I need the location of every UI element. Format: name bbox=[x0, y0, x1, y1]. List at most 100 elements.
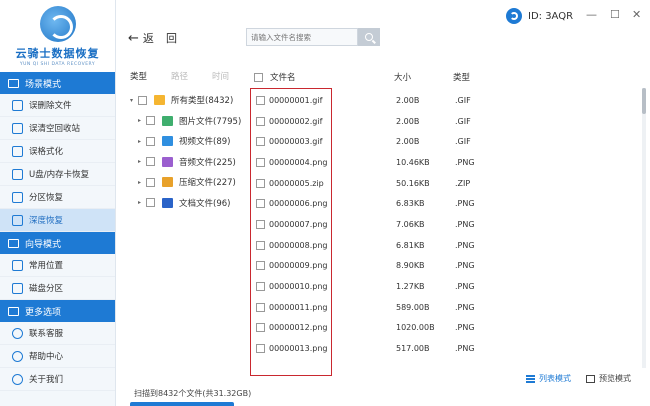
nav-deleted-files[interactable]: 误删除文件 bbox=[0, 94, 115, 117]
table-row[interactable]: 00000003.gif 2.00B .GIF bbox=[254, 131, 624, 152]
row-checkbox[interactable] bbox=[256, 116, 265, 126]
expand-icon[interactable]: ▸ bbox=[138, 117, 146, 124]
table-row[interactable]: 00000010.png 1.27KB .PNG bbox=[254, 276, 624, 297]
tree-item-all[interactable]: ▾ 所有类型(8432) bbox=[130, 90, 248, 111]
file-name: 00000012.png bbox=[269, 323, 328, 333]
checkbox[interactable] bbox=[146, 116, 155, 126]
row-checkbox[interactable] bbox=[256, 240, 265, 250]
file-type: .PNG bbox=[455, 344, 475, 354]
signpost-icon bbox=[8, 238, 19, 248]
nav-recycle-bin[interactable]: 误清空回收站 bbox=[0, 117, 115, 140]
file-list: 00000001.gif 2.00B .GIF 00000002.gif 2.00B.… bbox=[254, 90, 624, 370]
expand-icon[interactable]: ▸ bbox=[138, 179, 146, 186]
expand-icon[interactable]: ▾ bbox=[130, 97, 138, 104]
app-title: 云骑士数据恢复 bbox=[15, 47, 100, 60]
table-row[interactable]: 00000005.zip 50.16KB .ZIP bbox=[254, 173, 624, 194]
file-size: 2.00B bbox=[396, 95, 420, 105]
nav-deep-recovery[interactable]: 深度恢复 bbox=[0, 209, 115, 232]
nav-label: U盘/内存卡恢复 bbox=[29, 170, 90, 180]
select-all-checkbox[interactable] bbox=[254, 72, 263, 82]
nav-contact-support[interactable]: 联系客服 bbox=[0, 322, 115, 345]
tree-label: 视频文件(89) bbox=[179, 137, 231, 148]
row-checkbox[interactable] bbox=[256, 157, 265, 167]
search-input[interactable] bbox=[246, 28, 358, 46]
table-row[interactable]: 00000004.png 10.46KB .PNG bbox=[254, 152, 624, 173]
back-button[interactable]: ← 返 bbox=[128, 30, 154, 46]
row-checkbox[interactable] bbox=[256, 261, 265, 271]
checkbox[interactable] bbox=[146, 177, 155, 187]
scrollbar-track[interactable] bbox=[642, 88, 646, 368]
column-size[interactable]: 大小 bbox=[394, 71, 411, 83]
file-name: 00000001.gif bbox=[269, 95, 323, 105]
tab-time[interactable]: 时间 bbox=[212, 70, 229, 82]
row-checkbox[interactable] bbox=[256, 282, 265, 292]
row-checkbox[interactable] bbox=[256, 199, 265, 209]
row-checkbox[interactable] bbox=[256, 323, 265, 333]
file-name: 00000002.gif bbox=[269, 116, 323, 126]
back-arrow-icon: ← bbox=[128, 30, 139, 46]
nav-help-center[interactable]: 帮助中心 bbox=[0, 345, 115, 368]
user-id[interactable]: ID: 3AQR bbox=[506, 8, 573, 24]
file-size: 10.46KB bbox=[396, 157, 430, 167]
usb-icon bbox=[12, 168, 23, 180]
table-row[interactable]: 00000007.png 7.06KB .PNG bbox=[254, 214, 624, 235]
checkbox[interactable] bbox=[146, 198, 155, 208]
file-name: 00000006.png bbox=[269, 199, 328, 209]
row-checkbox[interactable] bbox=[256, 95, 265, 105]
table-row[interactable]: 00000002.gif 2.00B .GIF bbox=[254, 111, 624, 132]
expand-icon[interactable]: ▸ bbox=[138, 138, 146, 145]
file-type-tree: ▾ 所有类型(8432) ▸ 图片文件(7795) ▸ 视频文件(89) ▸ 音… bbox=[130, 90, 248, 213]
table-row[interactable]: 00000009.png 8.90KB .PNG bbox=[254, 256, 624, 277]
table-row[interactable]: 00000001.gif 2.00B .GIF bbox=[254, 90, 624, 111]
nav-disk-partition[interactable]: 磁盘分区 bbox=[0, 277, 115, 300]
list-icon bbox=[526, 374, 535, 383]
home-button[interactable]: 回 bbox=[166, 30, 177, 46]
row-checkbox[interactable] bbox=[256, 302, 265, 312]
maximize-button[interactable]: ☐ bbox=[610, 8, 620, 21]
section-scene-mode: 场景模式 bbox=[0, 72, 115, 94]
section-label: 更多选项 bbox=[25, 307, 62, 318]
close-button[interactable]: ✕ bbox=[632, 8, 641, 21]
checkbox[interactable] bbox=[138, 95, 147, 105]
row-checkbox[interactable] bbox=[256, 219, 265, 229]
scan-progress-bar bbox=[130, 402, 234, 406]
file-type: .PNG bbox=[455, 240, 475, 250]
logo-icon bbox=[39, 6, 76, 42]
tree-item-audio[interactable]: ▸ 音频文件(225) bbox=[130, 152, 248, 173]
list-mode-button[interactable]: 列表模式 bbox=[526, 373, 571, 384]
nav-formatted[interactable]: 误格式化 bbox=[0, 140, 115, 163]
nav-label: 误清空回收站 bbox=[29, 124, 81, 134]
file-type: .PNG bbox=[455, 219, 475, 229]
minimize-button[interactable]: — bbox=[586, 8, 597, 21]
tree-item-images[interactable]: ▸ 图片文件(7795) bbox=[130, 111, 248, 132]
row-checkbox[interactable] bbox=[256, 178, 265, 188]
table-row[interactable]: 00000006.png 6.83KB .PNG bbox=[254, 193, 624, 214]
expand-icon[interactable]: ▸ bbox=[138, 158, 146, 165]
table-row[interactable]: 00000012.png 1020.00B .PNG bbox=[254, 318, 624, 339]
table-row[interactable]: 00000008.png 6.81KB .PNG bbox=[254, 235, 624, 256]
nav-common-locations[interactable]: 常用位置 bbox=[0, 254, 115, 277]
scrollbar-thumb[interactable] bbox=[642, 88, 646, 114]
file-name: 00000003.gif bbox=[269, 137, 323, 147]
checkbox[interactable] bbox=[146, 136, 155, 146]
column-type[interactable]: 类型 bbox=[453, 71, 470, 83]
expand-icon[interactable]: ▸ bbox=[138, 199, 146, 206]
row-checkbox[interactable] bbox=[256, 344, 265, 354]
nav-about-us[interactable]: 关于我们 bbox=[0, 368, 115, 391]
tree-item-documents[interactable]: ▸ 文档文件(96) bbox=[130, 193, 248, 214]
table-row[interactable]: 00000013.png 517.00B .PNG bbox=[254, 338, 624, 359]
tree-item-videos[interactable]: ▸ 视频文件(89) bbox=[130, 131, 248, 152]
tab-type[interactable]: 类型 bbox=[130, 70, 147, 82]
column-name[interactable]: 文件名 bbox=[254, 71, 296, 83]
search-button[interactable] bbox=[358, 28, 380, 46]
row-checkbox[interactable] bbox=[256, 137, 265, 147]
preview-mode-button[interactable]: 预览模式 bbox=[586, 373, 631, 384]
file-name: 00000007.png bbox=[269, 219, 328, 229]
nav-usb-card[interactable]: U盘/内存卡恢复 bbox=[0, 163, 115, 186]
nav-partition[interactable]: 分区恢复 bbox=[0, 186, 115, 209]
file-size: 517.00B bbox=[396, 344, 430, 354]
tree-item-archives[interactable]: ▸ 压缩文件(227) bbox=[130, 172, 248, 193]
table-row[interactable]: 00000011.png 589.00B .PNG bbox=[254, 297, 624, 318]
checkbox[interactable] bbox=[146, 157, 155, 167]
tab-path[interactable]: 路径 bbox=[171, 70, 188, 82]
